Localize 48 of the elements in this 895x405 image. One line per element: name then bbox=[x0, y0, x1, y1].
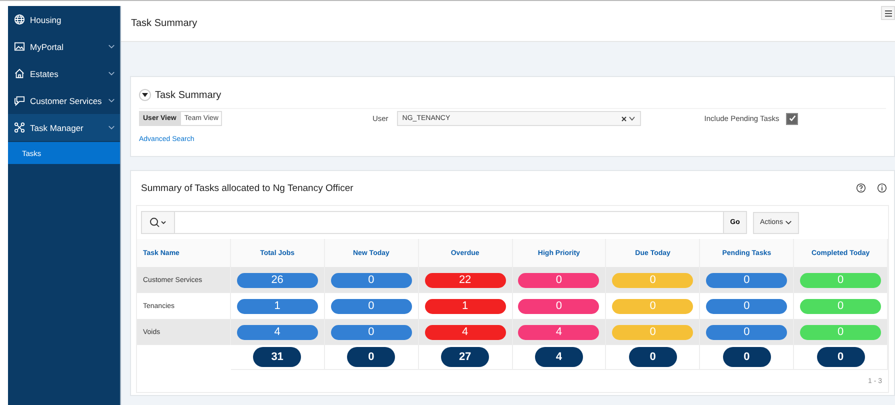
clear-and-caret-icon bbox=[621, 116, 636, 122]
chat-icon bbox=[14, 95, 25, 106]
total-badge: 31 bbox=[253, 347, 302, 367]
home-icon bbox=[14, 68, 25, 79]
count-badge[interactable]: 1 bbox=[236, 298, 318, 314]
nav-item[interactable]: Housing bbox=[8, 6, 120, 33]
count-badge[interactable]: 0 bbox=[518, 272, 600, 288]
count-badge[interactable]: 4 bbox=[518, 324, 600, 340]
help-icon[interactable] bbox=[856, 183, 866, 193]
total-badge: 27 bbox=[441, 347, 490, 367]
menu-icon bbox=[884, 10, 892, 16]
count-badge[interactable]: 4 bbox=[236, 324, 318, 340]
menu-button[interactable] bbox=[881, 6, 895, 20]
network-icon bbox=[14, 122, 25, 133]
total-badge: 0 bbox=[347, 347, 396, 367]
count-badge[interactable]: 0 bbox=[706, 298, 788, 314]
nav-item[interactable]: MyPortal bbox=[8, 33, 120, 60]
region-title: Task Summary bbox=[155, 90, 222, 100]
nav-item[interactable]: Task Manager bbox=[8, 114, 120, 141]
image-icon bbox=[14, 41, 25, 52]
chevron-icon bbox=[108, 44, 115, 49]
count-badge[interactable]: 0 bbox=[518, 298, 600, 314]
count-badge[interactable]: 0 bbox=[330, 272, 412, 288]
count-badge[interactable]: 0 bbox=[706, 272, 788, 288]
total-badge: 0 bbox=[722, 347, 771, 367]
total-badge: 0 bbox=[628, 347, 677, 367]
collapse-toggle[interactable] bbox=[139, 89, 151, 101]
checkbox[interactable] bbox=[786, 112, 798, 124]
caret-icon bbox=[784, 220, 792, 225]
count-badge[interactable]: 0 bbox=[706, 324, 788, 340]
globe-icon bbox=[14, 14, 25, 25]
count-badge[interactable]: 26 bbox=[236, 272, 318, 288]
count-badge[interactable]: 1 bbox=[424, 298, 506, 314]
chevron-icon bbox=[108, 98, 115, 103]
total-badge: 4 bbox=[534, 347, 583, 367]
info-icon[interactable] bbox=[877, 183, 887, 193]
chevron-icon bbox=[108, 125, 115, 130]
chevron-icon bbox=[108, 71, 115, 76]
count-badge[interactable]: 0 bbox=[330, 324, 412, 340]
count-badge[interactable]: 22 bbox=[424, 272, 506, 288]
nav-item[interactable]: Estates bbox=[8, 60, 120, 87]
report-title: Summary of Tasks allocated to Ng Tenancy Officer bbox=[141, 182, 354, 194]
count-badge[interactable]: 0 bbox=[330, 298, 412, 314]
count-badge[interactable]: 4 bbox=[424, 324, 506, 340]
nav-item[interactable]: Customer Services bbox=[8, 87, 120, 114]
page-title: Task Summary bbox=[131, 18, 198, 29]
caret-icon bbox=[142, 92, 148, 98]
total-badge: 0 bbox=[816, 347, 865, 367]
